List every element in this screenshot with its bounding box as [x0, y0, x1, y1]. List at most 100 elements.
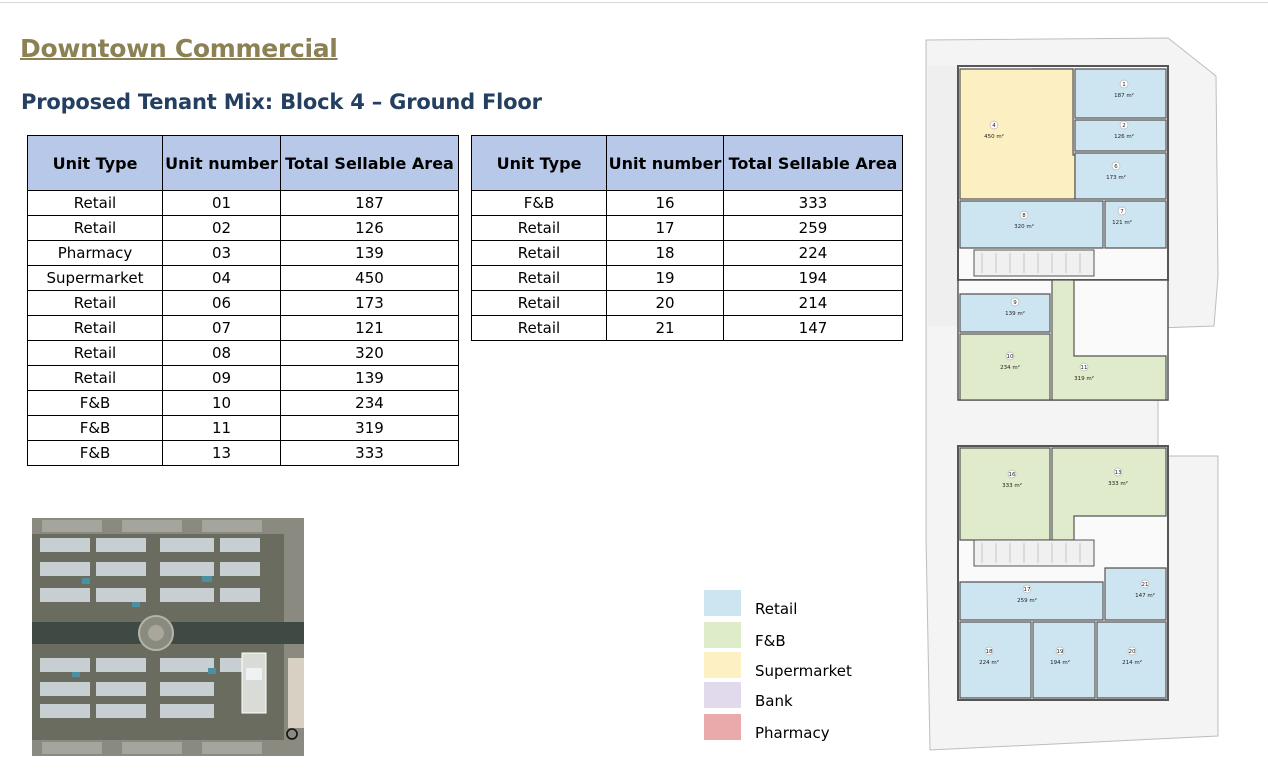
floor-plan: 1187 m²2126 m²3139 m²4450 m²6173 m²7121 … — [925, 37, 1219, 751]
legend-label: Bank — [755, 692, 793, 710]
table-row: F&B 16 333 — [471, 190, 903, 216]
header-unit-type: Unit Type — [471, 135, 607, 191]
legend-item: Bank — [704, 682, 904, 710]
unit-number-cell: 02 — [162, 215, 281, 241]
unit-16-shape — [959, 447, 1051, 541]
tenant-table-left: Unit Type Unit number Total Sellable Are… — [27, 135, 459, 466]
unit-type-cell: Retail — [27, 290, 163, 316]
table-row: Retail 19 194 — [471, 265, 903, 291]
table-row: Retail 08 320 — [27, 340, 459, 366]
unit-type-cell: F&B — [27, 440, 163, 466]
unit-16-number: 16 — [1009, 472, 1016, 478]
aerial-site-graphic — [32, 518, 304, 756]
service-core — [973, 249, 1095, 277]
area-cell: 126 — [280, 215, 459, 241]
unit-number-cell: 04 — [162, 265, 281, 291]
unit-1-number: 1 — [1122, 82, 1126, 88]
unit-type-cell: F&B — [27, 415, 163, 441]
unit-10-number: 10 — [1007, 354, 1014, 360]
area-cell: 187 — [280, 190, 459, 216]
area-cell: 259 — [723, 215, 903, 241]
unit-type-cell: Retail — [471, 315, 607, 341]
unit-number-cell: 06 — [162, 290, 281, 316]
unit-13-area: 333 m² — [1108, 480, 1128, 487]
unit-9-number: 9 — [1013, 300, 1017, 306]
unit-number-cell: 11 — [162, 415, 281, 441]
table-row: Retail 21 147 — [471, 315, 903, 341]
unit-number-cell: 20 — [606, 290, 724, 316]
legend-swatch — [704, 652, 741, 678]
header-unit-number: Unit number — [606, 135, 724, 191]
area-cell: 319 — [280, 415, 459, 441]
unit-11-area: 319 m² — [1074, 375, 1094, 382]
legend-swatch — [704, 682, 741, 708]
legend-label: F&B — [755, 632, 786, 650]
table-row: Supermarket 04 450 — [27, 265, 459, 291]
unit-number-cell: 08 — [162, 340, 281, 366]
unit-4-area: 450 m² — [984, 133, 1004, 140]
unit-20-area: 214 m² — [1122, 659, 1142, 666]
legend-swatch — [704, 622, 741, 648]
unit-number-cell: 01 — [162, 190, 281, 216]
area-cell: 173 — [280, 290, 459, 316]
area-cell: 214 — [723, 290, 903, 316]
unit-number-cell: 10 — [162, 390, 281, 416]
area-cell: 121 — [280, 315, 459, 341]
unit-8-number: 8 — [1022, 213, 1026, 219]
service-core — [973, 539, 1095, 567]
unit-6-number: 6 — [1114, 164, 1118, 170]
legend-item: F&B — [704, 622, 904, 650]
unit-type-cell: Retail — [27, 365, 163, 391]
page-subtitle: Proposed Tenant Mix: Block 4 – Ground Fl… — [21, 90, 542, 114]
unit-21-number: 21 — [1142, 582, 1149, 588]
unit-type-cell: Retail — [471, 290, 607, 316]
unit-2-area: 126 m² — [1114, 133, 1134, 140]
unit-7-number: 7 — [1120, 209, 1124, 215]
unit-4-number: 4 — [992, 123, 996, 129]
unit-number-cell: 03 — [162, 240, 281, 266]
unit-type-cell: F&B — [471, 190, 607, 216]
unit-19-number: 19 — [1057, 649, 1064, 655]
legend-swatch — [704, 590, 741, 616]
page-title: Downtown Commercial — [20, 34, 338, 63]
area-cell: 450 — [280, 265, 459, 291]
unit-number-cell: 09 — [162, 365, 281, 391]
unit-16-area: 333 m² — [1002, 482, 1022, 489]
table-header-row: Unit Type Unit number Total Sellable Are… — [471, 135, 903, 191]
aerial-site-image — [32, 518, 304, 756]
table-row: Retail 20 214 — [471, 290, 903, 316]
legend-label: Supermarket — [755, 662, 852, 680]
header-unit-type: Unit Type — [27, 135, 163, 191]
unit-number-cell: 13 — [162, 440, 281, 466]
table-row: Retail 18 224 — [471, 240, 903, 266]
legend-item: Pharmacy — [704, 714, 904, 742]
unit-number-cell: 16 — [606, 190, 724, 216]
unit-type-cell: Retail — [27, 340, 163, 366]
top-divider — [0, 2, 1268, 3]
unit-17-area: 259 m² — [1017, 597, 1037, 604]
header-unit-number: Unit number — [162, 135, 281, 191]
area-cell: 147 — [723, 315, 903, 341]
unit-type-cell: Retail — [27, 315, 163, 341]
table-row: Retail 01 187 — [27, 190, 459, 216]
unit-4-shape — [959, 68, 1076, 200]
table-row: Retail 17 259 — [471, 215, 903, 241]
area-cell: 333 — [723, 190, 903, 216]
unit-type-cell: Supermarket — [27, 265, 163, 291]
unit-18-number: 18 — [986, 649, 993, 655]
unit-6-area: 173 m² — [1106, 174, 1126, 181]
unit-number-cell: 19 — [606, 265, 724, 291]
area-cell: 194 — [723, 265, 903, 291]
header-total-area: Total Sellable Area — [280, 135, 459, 191]
unit-19-area: 194 m² — [1050, 659, 1070, 666]
unit-20-number: 20 — [1129, 649, 1136, 655]
unit-2-number: 2 — [1122, 123, 1126, 129]
unit-8-area: 320 m² — [1014, 223, 1034, 230]
unit-7-area: 121 m² — [1112, 219, 1132, 226]
unit-18-area: 224 m² — [979, 659, 999, 666]
unit-type-cell: Retail — [27, 190, 163, 216]
table-row: F&B 13 333 — [27, 440, 459, 466]
legend-item: Supermarket — [704, 652, 904, 680]
legend-item: Retail — [704, 590, 904, 618]
legend-label: Retail — [755, 600, 798, 618]
